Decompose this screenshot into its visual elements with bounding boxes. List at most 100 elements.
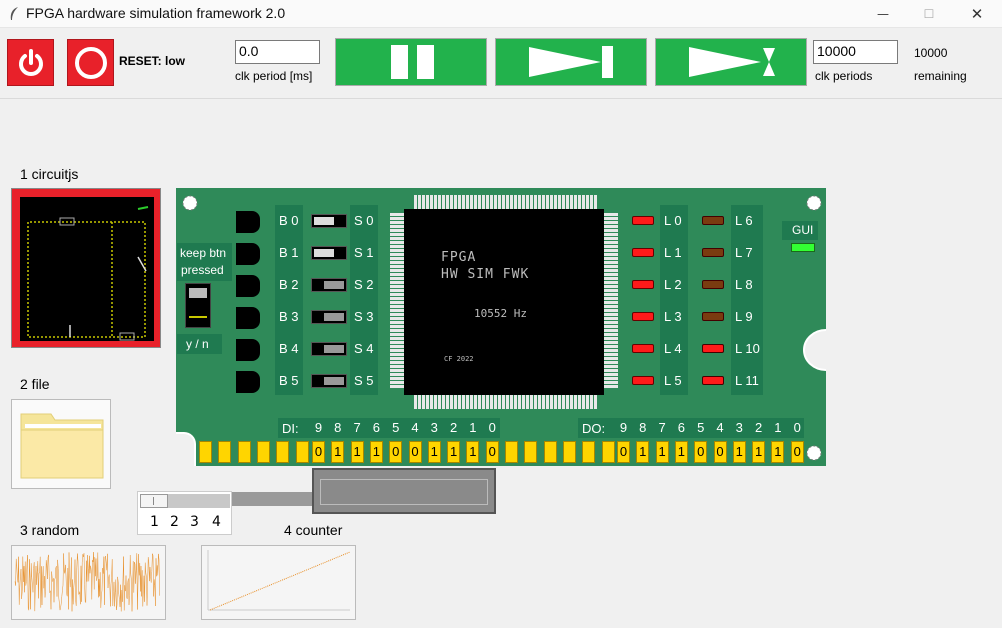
chip-pin (574, 195, 577, 209)
chip-pin (518, 395, 521, 409)
slide-switch-4[interactable] (311, 342, 347, 356)
tab-slider-handle[interactable] (140, 494, 168, 508)
circuitjs-thumbnail[interactable] (11, 188, 161, 348)
do-bit-7: 1 (655, 441, 669, 463)
scroll-track[interactable] (232, 492, 312, 506)
pin-header (505, 441, 518, 463)
chip-pin (446, 195, 449, 209)
slide-switch-5[interactable] (311, 374, 347, 388)
slide-switch-2[interactable] (311, 278, 347, 292)
led-label-2: L 2 (664, 277, 682, 292)
remaining-label: remaining (914, 69, 967, 83)
gui-led (791, 243, 815, 252)
maximize-button[interactable]: ☐ (906, 0, 952, 28)
chip-pin (594, 395, 597, 409)
led-5 (632, 376, 654, 385)
yn-box: y / n (177, 334, 222, 354)
chip-pin (462, 395, 465, 409)
maximize-icon: ☐ (923, 7, 935, 21)
chip-pin (478, 195, 481, 209)
chip-pin (604, 225, 618, 228)
button-label-2: B 2 (279, 277, 299, 292)
di-bit-number: 2 (449, 420, 458, 435)
run-button[interactable] (495, 38, 647, 86)
minimize-icon: — (877, 7, 889, 21)
chip-pin (582, 195, 585, 209)
pin-header (295, 441, 309, 463)
minimize-button[interactable]: — (860, 0, 906, 28)
chip-pin (426, 395, 429, 409)
push-button-0[interactable] (236, 211, 260, 233)
chip-pin (538, 395, 541, 409)
slide-switch-0[interactable] (311, 214, 347, 228)
push-button-1[interactable] (236, 243, 260, 265)
chip-pin (604, 289, 618, 292)
do-bit-number: 2 (754, 420, 763, 435)
toolbar-divider (0, 98, 1002, 99)
chip-pin (542, 395, 545, 409)
clk-periods-input[interactable]: 10000 (813, 40, 898, 64)
gui-box: GUI (782, 221, 818, 240)
chip-pin (604, 229, 618, 232)
clk-period-label: clk period [ms] (235, 69, 313, 83)
chip-pin (590, 195, 593, 209)
file-thumbnail[interactable] (11, 399, 111, 489)
chip-pin (604, 281, 618, 284)
random-thumbnail[interactable] (11, 545, 166, 620)
clk-period-input[interactable]: 0.0 (235, 40, 320, 64)
chip-pin (574, 395, 577, 409)
push-button-5[interactable] (236, 371, 260, 393)
chip-pin (458, 195, 461, 209)
keep-btn-switch[interactable] (185, 283, 211, 328)
switch-label-5: S 5 (354, 373, 374, 388)
chip-pin (390, 329, 404, 332)
chip-pin (604, 233, 618, 236)
slide-switch-3[interactable] (311, 310, 347, 324)
scroll-thumb[interactable] (312, 468, 496, 514)
chip-pin (390, 233, 404, 236)
chip-pin (604, 369, 618, 372)
power-button[interactable] (7, 39, 54, 86)
pause-button[interactable] (335, 38, 487, 86)
do-bit-2: 1 (752, 441, 766, 463)
chip-pin (604, 349, 618, 352)
chip-pin (518, 195, 521, 209)
chip-pin (390, 381, 404, 384)
chip-pin (534, 395, 537, 409)
chip-pin (604, 373, 618, 376)
close-button[interactable]: ✕ (954, 0, 1000, 28)
push-button-3[interactable] (236, 307, 260, 329)
chip-pin (604, 221, 618, 224)
chip-pin (604, 381, 618, 384)
chip-pin (450, 395, 453, 409)
chip-pin (466, 195, 469, 209)
tab-slider-track[interactable] (140, 494, 230, 508)
led-label-10: L 10 (735, 341, 760, 356)
chip-pin (604, 217, 618, 220)
window-title: FPGA hardware simulation framework 2.0 (26, 5, 286, 21)
do-bit-number: 0 (793, 420, 801, 435)
reset-button[interactable] (67, 39, 114, 86)
push-button-4[interactable] (236, 339, 260, 361)
button-label-column (275, 205, 303, 395)
counter-thumbnail[interactable] (201, 545, 356, 620)
circuitjs-label: 1 circuitjs (20, 166, 79, 182)
chip-pin (604, 241, 618, 244)
chip-pin (604, 337, 618, 340)
chip-pin (604, 321, 618, 324)
chip-pin (558, 395, 561, 409)
gui-label: GUI (792, 223, 814, 237)
mount-hole-icon (182, 195, 198, 211)
chip-pin (526, 195, 529, 209)
chip-pin (390, 361, 404, 364)
do-bit-number: 7 (658, 420, 666, 435)
slide-switch-1[interactable] (311, 246, 347, 260)
board-notch (176, 432, 196, 466)
power-icon (18, 48, 43, 76)
run-periods-button[interactable] (655, 38, 807, 86)
chip-frequency: 10552 Hz (474, 307, 527, 320)
chip-pin (390, 217, 404, 220)
push-button-2[interactable] (236, 275, 260, 297)
chip-pin (390, 301, 404, 304)
do-bit-8: 1 (636, 441, 650, 463)
